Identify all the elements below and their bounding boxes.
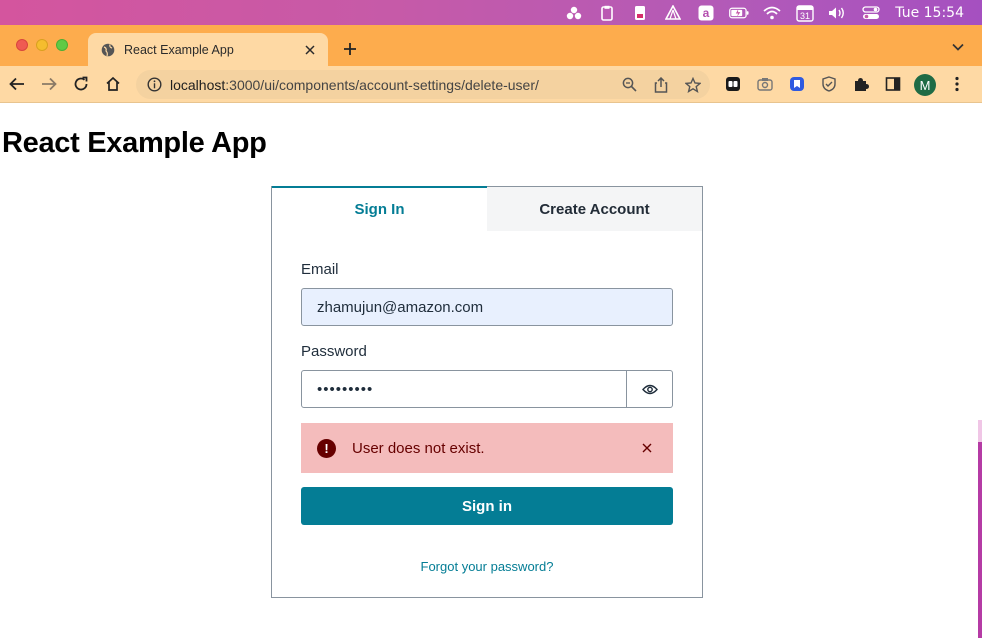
tab-create-account[interactable]: Create Account [487,187,702,231]
reload-icon[interactable] [71,74,91,94]
error-alert: ! User does not exist. [301,423,673,473]
svg-text:31: 31 [800,11,810,21]
volume-icon[interactable] [828,4,848,22]
dismiss-alert-icon[interactable] [637,438,657,458]
address-bar[interactable]: localhost:3000/ui/components/account-set… [136,70,710,99]
window-edge [978,420,982,638]
delta-icon[interactable] [663,4,683,22]
bitwarden-icon[interactable] [788,75,806,93]
wifi-icon[interactable] [762,4,782,22]
side-panel-icon[interactable] [884,75,902,93]
sign-in-button[interactable]: Sign in [301,487,673,525]
browser-tab-strip: React Example App [0,25,982,66]
globe-icon [100,42,116,58]
forward-arrow-icon[interactable] [39,74,59,94]
url-path: :3000/ui/components/account-settings/del… [225,76,539,93]
battery-icon[interactable] [729,4,749,22]
clipboard-icon[interactable] [597,4,617,22]
bookmark-star-icon[interactable] [684,76,702,94]
email-label: Email [301,261,339,278]
extension-tabs-icon[interactable] [724,75,742,93]
minimize-window-button[interactable] [36,39,48,51]
tab-search-chevron-icon[interactable] [950,39,966,55]
page-title: React Example App [2,127,267,159]
macos-menu-bar: a 31 Tue 15:54 [0,0,982,25]
error-message: User does not exist. [352,439,485,457]
control-center-icon[interactable] [861,4,881,22]
zoom-window-button[interactable] [56,39,68,51]
calendar-icon[interactable]: 31 [795,4,815,22]
svg-text:a: a [703,6,710,20]
address-url[interactable]: localhost:3000/ui/components/account-set… [170,77,620,93]
password-field[interactable]: ••••••••• [301,370,627,408]
browser-toolbar: localhost:3000/ui/components/account-set… [0,66,982,103]
site-info-icon[interactable] [146,77,162,93]
amazon-icon[interactable]: a [696,4,716,22]
window-edge-highlight [978,420,982,442]
auth-tabs: Sign In Create Account [272,186,702,231]
menubar-clock[interactable]: Tue 15:54 [895,5,964,21]
battery-app-icon[interactable] [630,4,650,22]
authenticator-card: Sign In Create Account Email zhamujun@am… [271,186,703,598]
tab-title: React Example App [124,42,234,57]
share-icon[interactable] [652,76,670,94]
eye-icon [641,384,658,395]
close-tab-icon[interactable] [302,42,318,58]
home-icon[interactable] [103,74,123,94]
extensions-puzzle-icon[interactable] [852,75,870,93]
back-arrow-icon[interactable] [7,74,27,94]
shield-icon[interactable] [820,75,838,93]
new-tab-button[interactable] [340,38,360,60]
url-host: localhost [170,76,226,93]
tab-sign-in[interactable]: Sign In [272,186,487,231]
forgot-password-link[interactable]: Forgot your password? [301,559,673,574]
close-window-button[interactable] [16,39,28,51]
show-password-button[interactable] [627,370,673,408]
camera-icon[interactable] [756,75,774,93]
sign-in-form: Email zhamujun@amazon.com Password •••••… [272,231,702,574]
profile-avatar[interactable]: M [914,74,936,96]
email-field[interactable]: zhamujun@amazon.com [301,288,673,326]
more-menu-icon[interactable] [948,75,966,93]
creative-cloud-icon[interactable] [564,4,584,22]
error-icon: ! [317,438,336,458]
password-label: Password [301,343,367,360]
browser-tab-active[interactable]: React Example App [88,33,328,66]
password-row: ••••••••• [301,370,673,408]
zoom-icon[interactable] [620,76,638,94]
